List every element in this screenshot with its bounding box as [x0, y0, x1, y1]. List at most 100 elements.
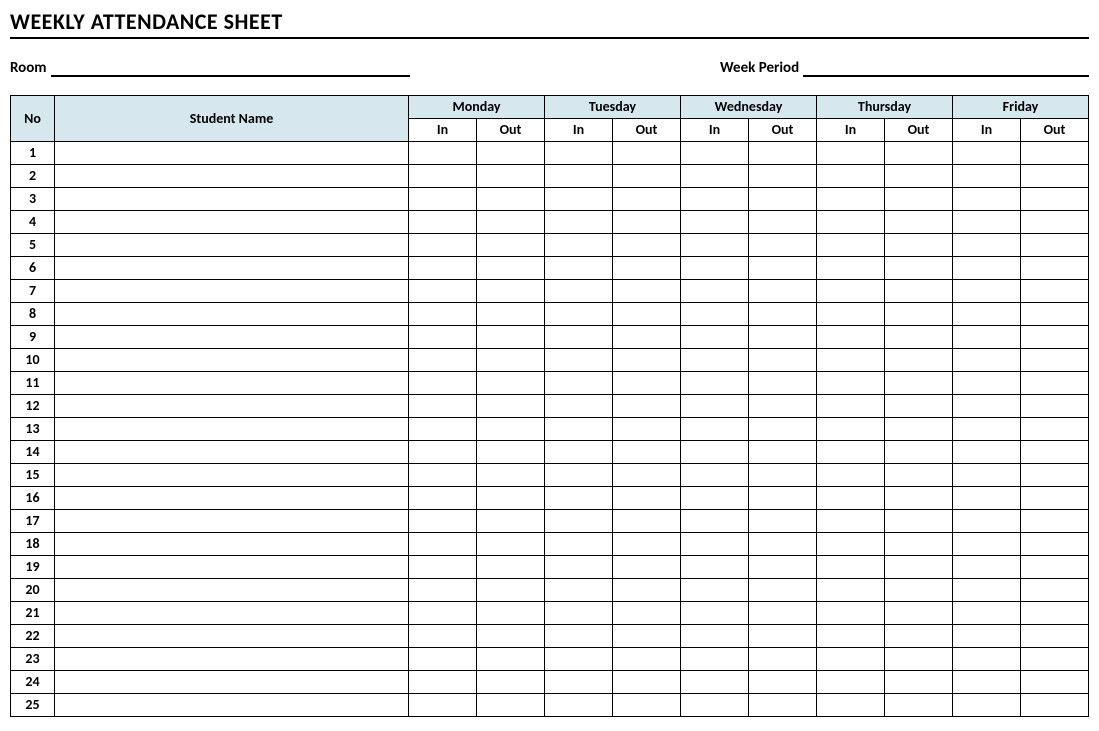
- cell-student-name[interactable]: [55, 556, 409, 579]
- cell-out[interactable]: [477, 579, 545, 602]
- cell-out[interactable]: [477, 464, 545, 487]
- cell-in[interactable]: [545, 303, 613, 326]
- cell-out[interactable]: [613, 280, 681, 303]
- cell-out[interactable]: [613, 510, 681, 533]
- cell-student-name[interactable]: [55, 349, 409, 372]
- cell-in[interactable]: [681, 487, 749, 510]
- cell-student-name[interactable]: [55, 165, 409, 188]
- cell-in[interactable]: [409, 671, 477, 694]
- cell-in[interactable]: [409, 510, 477, 533]
- cell-in[interactable]: [409, 165, 477, 188]
- cell-out[interactable]: [885, 165, 953, 188]
- cell-in[interactable]: [817, 395, 885, 418]
- cell-out[interactable]: [1021, 372, 1089, 395]
- cell-in[interactable]: [545, 602, 613, 625]
- cell-in[interactable]: [545, 510, 613, 533]
- cell-out[interactable]: [613, 671, 681, 694]
- cell-in[interactable]: [953, 142, 1021, 165]
- cell-out[interactable]: [1021, 533, 1089, 556]
- cell-out[interactable]: [613, 441, 681, 464]
- cell-student-name[interactable]: [55, 441, 409, 464]
- cell-in[interactable]: [817, 648, 885, 671]
- cell-in[interactable]: [409, 257, 477, 280]
- cell-student-name[interactable]: [55, 487, 409, 510]
- cell-in[interactable]: [409, 395, 477, 418]
- cell-out[interactable]: [885, 579, 953, 602]
- cell-out[interactable]: [613, 211, 681, 234]
- cell-in[interactable]: [681, 441, 749, 464]
- cell-in[interactable]: [681, 648, 749, 671]
- cell-in[interactable]: [953, 326, 1021, 349]
- cell-in[interactable]: [953, 234, 1021, 257]
- cell-student-name[interactable]: [55, 694, 409, 717]
- cell-in[interactable]: [681, 142, 749, 165]
- cell-in[interactable]: [953, 625, 1021, 648]
- cell-in[interactable]: [545, 395, 613, 418]
- cell-out[interactable]: [1021, 694, 1089, 717]
- cell-out[interactable]: [885, 510, 953, 533]
- cell-out[interactable]: [885, 303, 953, 326]
- cell-student-name[interactable]: [55, 303, 409, 326]
- cell-in[interactable]: [681, 165, 749, 188]
- cell-out[interactable]: [885, 257, 953, 280]
- cell-out[interactable]: [749, 602, 817, 625]
- cell-in[interactable]: [953, 671, 1021, 694]
- cell-out[interactable]: [613, 326, 681, 349]
- cell-in[interactable]: [817, 671, 885, 694]
- cell-student-name[interactable]: [55, 464, 409, 487]
- cell-in[interactable]: [545, 533, 613, 556]
- cell-in[interactable]: [545, 165, 613, 188]
- cell-out[interactable]: [885, 556, 953, 579]
- cell-in[interactable]: [681, 625, 749, 648]
- cell-out[interactable]: [1021, 211, 1089, 234]
- cell-in[interactable]: [681, 349, 749, 372]
- cell-out[interactable]: [613, 648, 681, 671]
- cell-student-name[interactable]: [55, 579, 409, 602]
- cell-in[interactable]: [681, 234, 749, 257]
- cell-out[interactable]: [749, 510, 817, 533]
- cell-in[interactable]: [409, 188, 477, 211]
- cell-in[interactable]: [953, 349, 1021, 372]
- cell-out[interactable]: [885, 418, 953, 441]
- cell-out[interactable]: [749, 533, 817, 556]
- cell-out[interactable]: [613, 418, 681, 441]
- cell-in[interactable]: [409, 280, 477, 303]
- cell-in[interactable]: [545, 234, 613, 257]
- cell-in[interactable]: [953, 303, 1021, 326]
- cell-out[interactable]: [477, 142, 545, 165]
- cell-student-name[interactable]: [55, 395, 409, 418]
- cell-in[interactable]: [409, 326, 477, 349]
- cell-out[interactable]: [885, 441, 953, 464]
- cell-out[interactable]: [749, 165, 817, 188]
- cell-out[interactable]: [1021, 395, 1089, 418]
- cell-out[interactable]: [749, 257, 817, 280]
- cell-in[interactable]: [953, 510, 1021, 533]
- cell-student-name[interactable]: [55, 510, 409, 533]
- cell-in[interactable]: [817, 257, 885, 280]
- cell-in[interactable]: [409, 372, 477, 395]
- cell-out[interactable]: [749, 349, 817, 372]
- cell-in[interactable]: [545, 625, 613, 648]
- cell-in[interactable]: [409, 142, 477, 165]
- cell-in[interactable]: [681, 556, 749, 579]
- cell-in[interactable]: [409, 464, 477, 487]
- cell-in[interactable]: [409, 418, 477, 441]
- cell-in[interactable]: [953, 648, 1021, 671]
- cell-out[interactable]: [749, 579, 817, 602]
- cell-out[interactable]: [885, 671, 953, 694]
- cell-out[interactable]: [477, 326, 545, 349]
- cell-in[interactable]: [953, 188, 1021, 211]
- cell-in[interactable]: [681, 418, 749, 441]
- cell-out[interactable]: [885, 464, 953, 487]
- cell-in[interactable]: [409, 625, 477, 648]
- cell-out[interactable]: [1021, 441, 1089, 464]
- cell-out[interactable]: [749, 556, 817, 579]
- cell-in[interactable]: [545, 280, 613, 303]
- cell-out[interactable]: [749, 142, 817, 165]
- cell-in[interactable]: [409, 349, 477, 372]
- cell-out[interactable]: [749, 234, 817, 257]
- cell-out[interactable]: [885, 648, 953, 671]
- cell-in[interactable]: [817, 303, 885, 326]
- cell-out[interactable]: [613, 234, 681, 257]
- cell-out[interactable]: [1021, 234, 1089, 257]
